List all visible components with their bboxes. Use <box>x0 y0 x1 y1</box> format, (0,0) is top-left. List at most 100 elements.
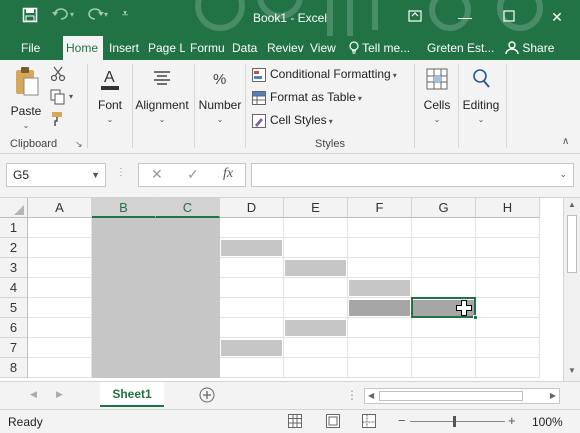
tab-data[interactable]: Data <box>229 36 261 60</box>
column-header-g[interactable]: G <box>412 198 476 218</box>
normal-view-icon[interactable] <box>288 414 302 431</box>
column-header-f[interactable]: F <box>348 198 412 218</box>
row-header-6[interactable]: 6 <box>0 318 28 338</box>
cell-b3[interactable] <box>92 258 156 278</box>
tab-split-icon[interactable]: ⋮ <box>346 388 358 402</box>
tell-me-box[interactable]: Tell me... <box>346 36 413 60</box>
tab-view[interactable]: View <box>307 36 339 60</box>
cell-h4[interactable] <box>476 278 540 298</box>
row-header-8[interactable]: 8 <box>0 358 28 378</box>
zoom-out-icon[interactable]: − <box>398 413 406 428</box>
column-header-e[interactable]: E <box>284 198 348 218</box>
column-header-d[interactable]: D <box>220 198 284 218</box>
copy-dropdown-icon[interactable]: ▾ <box>69 92 73 101</box>
share-button[interactable]: Share <box>502 36 557 60</box>
cell-g6[interactable] <box>412 318 476 338</box>
cell-b6[interactable] <box>92 318 156 338</box>
cell-d4[interactable] <box>220 278 284 298</box>
tab-page-layout[interactable]: Page L <box>145 36 185 60</box>
chevron-down-icon[interactable]: ▼ <box>91 164 100 186</box>
cell-h3[interactable] <box>476 258 540 278</box>
cell-f6[interactable] <box>348 318 412 338</box>
format-as-table-button[interactable]: Format as Table ▾ <box>252 87 362 107</box>
cell-a6[interactable] <box>28 318 92 338</box>
cell-b1[interactable] <box>92 218 156 238</box>
page-layout-view-icon[interactable] <box>326 414 340 431</box>
cells-button[interactable]: Cells ⌄ <box>418 66 456 124</box>
tab-formulas[interactable]: Formu <box>187 36 227 60</box>
zoom-slider[interactable] <box>410 421 505 422</box>
vertical-scrollbar[interactable]: ▲ ▼ <box>563 198 580 381</box>
row-header-4[interactable]: 4 <box>0 278 28 298</box>
cell-f1[interactable] <box>348 218 412 238</box>
cell-g7[interactable] <box>412 338 476 358</box>
cell-d8[interactable] <box>220 358 284 378</box>
cell-c4[interactable] <box>156 278 220 298</box>
cell-c3[interactable] <box>156 258 220 278</box>
cell-a7[interactable] <box>28 338 92 358</box>
column-header-a[interactable]: A <box>28 198 92 218</box>
cell-d1[interactable] <box>220 218 284 238</box>
cell-b2[interactable] <box>92 238 156 258</box>
number-button[interactable]: % Number ⌄ <box>197 66 243 124</box>
cell-h6[interactable] <box>476 318 540 338</box>
cell-a4[interactable] <box>28 278 92 298</box>
dialog-launcher-icon[interactable]: ↘ <box>75 139 83 150</box>
cell-c6[interactable] <box>156 318 220 338</box>
new-sheet-icon[interactable] <box>199 387 215 406</box>
formula-input[interactable]: ⌄ <box>251 163 574 187</box>
cell-g8[interactable] <box>412 358 476 378</box>
zoom-level[interactable]: 100% <box>532 415 563 429</box>
scroll-up-icon[interactable]: ▲ <box>568 200 576 209</box>
cell-e4[interactable] <box>284 278 348 298</box>
cell-c8[interactable] <box>156 358 220 378</box>
expand-formula-bar-icon[interactable]: ⌄ <box>559 169 567 180</box>
page-break-preview-icon[interactable] <box>362 414 376 431</box>
cell-d6[interactable] <box>220 318 284 338</box>
editing-button[interactable]: Editing ⌄ <box>460 66 502 124</box>
cell-g4[interactable] <box>412 278 476 298</box>
account-name[interactable]: Greten Est... <box>424 36 496 60</box>
cell-c7[interactable] <box>156 338 220 358</box>
scroll-right-icon[interactable]: ▶ <box>550 391 556 400</box>
enter-icon[interactable]: ✓ <box>187 166 199 183</box>
tab-insert[interactable]: Insert <box>106 36 144 60</box>
cell-a2[interactable] <box>28 238 92 258</box>
cell-c5[interactable] <box>156 298 220 318</box>
cell-d5[interactable] <box>220 298 284 318</box>
insert-function-icon[interactable]: fx <box>223 166 233 182</box>
cell-f7[interactable] <box>348 338 412 358</box>
cell-a1[interactable] <box>28 218 92 238</box>
minimize-icon[interactable]: — <box>454 6 476 28</box>
cell-e7[interactable] <box>284 338 348 358</box>
restore-down-icon[interactable] <box>498 6 520 28</box>
cell-c2[interactable] <box>156 238 220 258</box>
scroll-thumb[interactable] <box>567 215 577 273</box>
cell-b7[interactable] <box>92 338 156 358</box>
cell-f3[interactable] <box>348 258 412 278</box>
cell-f8[interactable] <box>348 358 412 378</box>
column-header-b[interactable]: B <box>92 198 156 218</box>
cell-g3[interactable] <box>412 258 476 278</box>
sheet-tab[interactable]: Sheet1 <box>100 382 164 407</box>
previous-sheet-icon[interactable]: ◀ <box>30 389 37 400</box>
collapse-ribbon-icon[interactable]: ∧ <box>562 136 569 147</box>
alignment-button[interactable]: Alignment ⌄ <box>134 66 190 124</box>
column-header-c[interactable]: C <box>156 198 220 218</box>
cell-h5[interactable] <box>476 298 540 318</box>
cancel-icon[interactable]: ✕ <box>151 166 163 183</box>
cell-f2[interactable] <box>348 238 412 258</box>
row-header-1[interactable]: 1 <box>0 218 28 238</box>
tab-review[interactable]: Reviev <box>264 36 306 60</box>
select-all-corner[interactable] <box>0 198 28 218</box>
row-header-7[interactable]: 7 <box>0 338 28 358</box>
next-sheet-icon[interactable]: ▶ <box>56 389 63 400</box>
cell-g2[interactable] <box>412 238 476 258</box>
cell-h7[interactable] <box>476 338 540 358</box>
name-box[interactable]: G5 ▼ <box>6 163 106 187</box>
cell-b5[interactable] <box>92 298 156 318</box>
cell-e1[interactable] <box>284 218 348 238</box>
cell-a5[interactable] <box>28 298 92 318</box>
cut-icon[interactable] <box>50 66 66 85</box>
cell-h2[interactable] <box>476 238 540 258</box>
